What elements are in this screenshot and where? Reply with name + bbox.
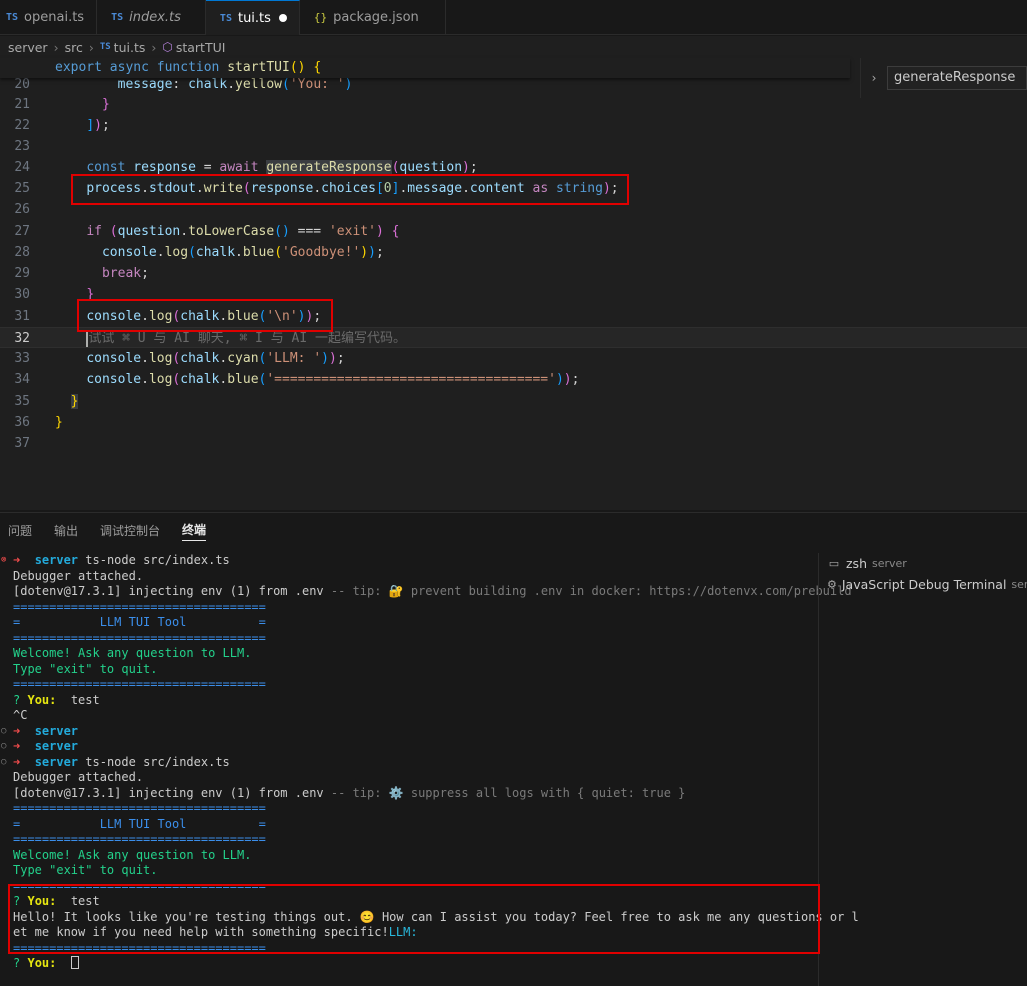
highlight-box-console-log [77, 299, 333, 332]
terminal-line: ➜ server [13, 739, 79, 753]
terminal-item-zsh[interactable]: ▭ zsh server [819, 553, 1027, 574]
command-error-icon[interactable]: ⊗ [1, 553, 11, 569]
sticky-scroll-header[interactable]: export async function startTUI() { [0, 58, 850, 78]
breadcrumb-file[interactable]: tui.ts [114, 40, 146, 55]
chevron-right-icon: › [88, 39, 94, 55]
code-line[interactable]: 35 } [0, 391, 1027, 412]
tab-terminal[interactable]: 终端 [182, 521, 207, 541]
terminal-line: Debugger attached. [13, 568, 144, 583]
terminal-line: Type "exit" to quit. [13, 661, 158, 676]
code-line[interactable]: 37 [0, 433, 1027, 454]
tab-problems[interactable]: 问题 [8, 522, 32, 541]
tab-label: openai.ts [24, 10, 85, 25]
terminal-line: Debugger attached. [13, 770, 144, 784]
terminal-line: [dotenv@17.3.1] injecting env (1) from .… [13, 584, 852, 598]
chevron-right-icon: › [53, 39, 59, 55]
terminal-line: =================================== [13, 801, 266, 815]
breadcrumb-src[interactable]: src [65, 40, 83, 55]
terminal-line: Type "exit" to quit. [13, 863, 158, 877]
terminal-line: =================================== [13, 832, 266, 846]
ai-hint: 试试 ⌘ U 与 AI 聊天, ⌘ I 与 AI 一起编写代码。 [88, 331, 407, 346]
json-icon: {} [313, 11, 328, 24]
unsaved-dot-icon[interactable] [278, 14, 287, 22]
tab-label: index.ts [129, 10, 181, 25]
highlight-box-stdout-write [71, 174, 629, 205]
terminal-line: =================================== [13, 599, 266, 614]
editor-tab-bar: TS openai.ts TS index.ts TS tui.ts {} pa… [0, 0, 1027, 35]
panel-tabs: 问题 输出 调试控制台 终端 [0, 513, 1027, 549]
terminal-line: = LLM TUI Tool = [13, 816, 266, 831]
terminal-line: [dotenv@17.3.1] injecting env (1) from .… [13, 785, 686, 800]
command-neutral-icon[interactable]: ○ [1, 739, 11, 755]
terminal-item-js-debug[interactable]: ⚙ JavaScript Debug Terminal server [819, 574, 1027, 595]
breadcrumb-server[interactable]: server [8, 40, 48, 55]
terminal-line: Welcome! Ask any question to LLM. [13, 847, 252, 862]
terminal-line: =================================== [13, 630, 266, 645]
debug-gear-icon: ⚙ [827, 578, 837, 591]
breadcrumb: server › src › TS tui.ts › ⬡ startTUI [0, 36, 1027, 58]
code-line[interactable]: 36} [0, 412, 1027, 433]
terminal-line: ➜ server ts-node src/index.ts [13, 754, 230, 769]
tab-openai-ts[interactable]: TS openai.ts [0, 0, 98, 35]
symbol-search-field[interactable]: generateResponse [887, 66, 1027, 90]
terminal-line: ➜ server [13, 723, 79, 738]
code-line[interactable]: 22 ]); [0, 115, 1027, 136]
terminal-line: ? You: test [13, 692, 100, 707]
typescript-icon: TS [111, 12, 124, 23]
tab-package-json[interactable]: {} package.json [300, 0, 446, 35]
tab-label: tui.ts [237, 10, 271, 26]
typescript-icon: TS [219, 12, 232, 24]
code-line[interactable]: 28 console.log(chalk.blue('Goodbye!')); [0, 242, 1027, 263]
terminal-cursor [70, 956, 79, 969]
command-neutral-icon[interactable]: ○ [1, 755, 11, 771]
terminal-line: ➜ server ts-node src/index.ts [13, 553, 230, 567]
tab-label: package.json [333, 10, 419, 25]
tab-tui-ts[interactable]: TS tui.ts [205, 0, 300, 35]
terminal-line: Welcome! Ask any question to LLM. [13, 646, 252, 660]
breadcrumb-symbol[interactable]: startTUI [176, 40, 226, 55]
tab-debug-console[interactable]: 调试控制台 [100, 522, 160, 541]
outline-peek-widget: › generateResponse [860, 58, 1027, 98]
chevron-right-icon[interactable]: › [861, 71, 887, 85]
terminal-prompt-line[interactable]: ? You: [13, 956, 79, 972]
terminal-list: ▭ zsh server ⚙ JavaScript Debug Terminal… [818, 553, 1027, 986]
code-editor[interactable]: export async function startTUI() { 20 me… [0, 58, 1027, 510]
code-line[interactable]: 34 console.log(chalk.blue('=============… [0, 369, 1027, 390]
terminal-line: ^C [13, 708, 28, 722]
chevron-right-icon: › [151, 39, 157, 55]
terminal-line: = LLM TUI Tool = [13, 615, 266, 629]
code-line[interactable]: 23 [0, 136, 1027, 157]
code-line[interactable]: 27 if (question.toLowerCase() === 'exit'… [0, 221, 1027, 242]
terminal-line: =================================== [13, 677, 266, 691]
tab-output[interactable]: 输出 [54, 522, 78, 541]
command-neutral-icon[interactable]: ○ [1, 724, 11, 740]
code-line[interactable]: 29 break; [0, 263, 1027, 284]
code-line[interactable]: 33 console.log(chalk.cyan('LLM: ')); [0, 348, 1027, 369]
terminal-icon: ▭ [828, 557, 840, 570]
function-cube-icon: ⬡ [162, 40, 173, 54]
typescript-icon: TS [99, 42, 111, 52]
highlight-box-terminal-output [8, 884, 820, 954]
tab-index-ts[interactable]: TS index.ts [97, 0, 206, 35]
typescript-icon: TS [6, 12, 19, 23]
